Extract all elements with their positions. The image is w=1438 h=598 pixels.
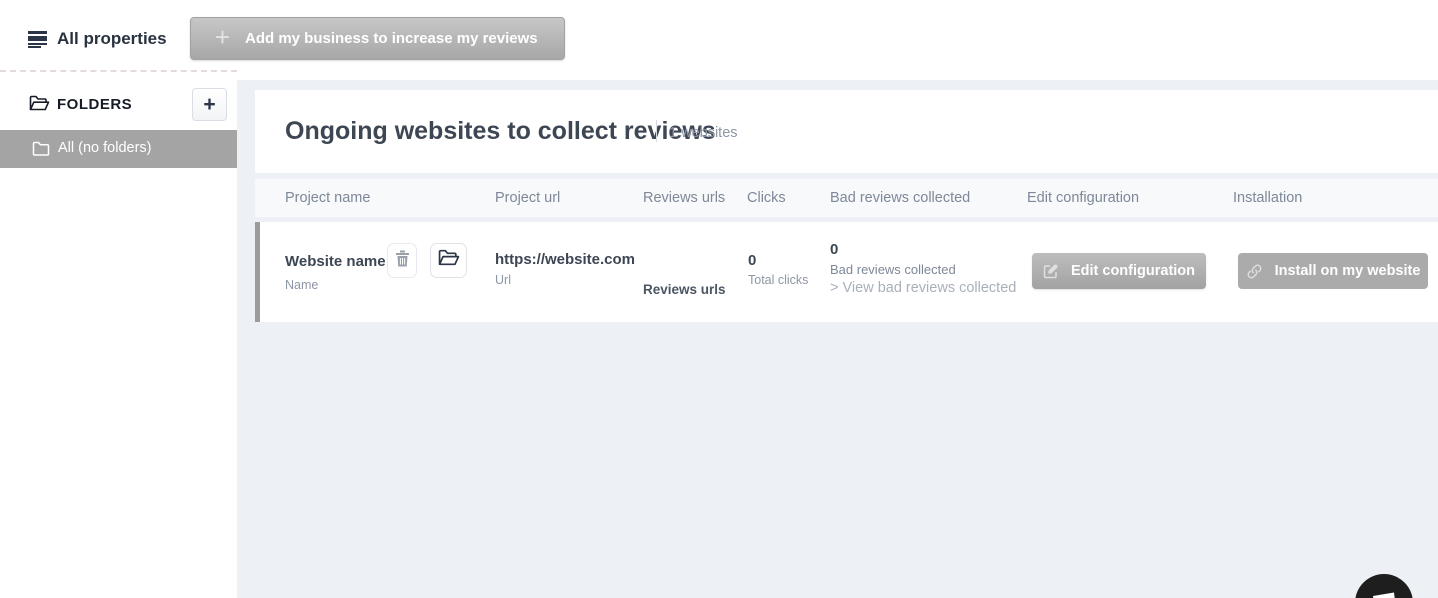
websites-count: 1 websites (669, 125, 738, 141)
heading-card: Ongoing websites to collect reviews 1 we… (255, 90, 1438, 173)
folder-open-icon (438, 249, 460, 272)
add-business-label: Add my business to increase my reviews (245, 30, 538, 47)
add-business-button[interactable]: + Add my business to increase my reviews (190, 17, 565, 60)
add-folder-button[interactable]: + (192, 88, 227, 121)
all-properties-title: All properties (57, 29, 167, 49)
topbar-divider (0, 70, 237, 72)
clicks-sublabel: Total clicks (748, 273, 808, 287)
reviews-urls-link[interactable]: Reviews urls (643, 282, 726, 297)
table-header: Project name Project url Reviews urls Cl… (255, 178, 1438, 218)
trash-icon (395, 250, 410, 272)
project-url-value: https://website.com (495, 251, 635, 268)
column-header-bad-reviews: Bad reviews collected (830, 190, 970, 206)
view-bad-reviews-link[interactable]: > View bad reviews collected (830, 280, 1016, 296)
plus-icon: + (213, 29, 232, 48)
column-header-clicks: Clicks (747, 190, 786, 206)
install-on-website-label: Install on my website (1275, 263, 1421, 279)
topbar: All properties + Add my business to incr… (0, 0, 1438, 80)
project-name-value: Website name (285, 253, 386, 270)
properties-icon (28, 31, 47, 47)
move-to-folder-button[interactable] (430, 243, 467, 278)
folder-open-icon (29, 95, 50, 117)
edit-pencil-icon (1043, 263, 1059, 279)
project-url-sublabel: Url (495, 273, 511, 287)
folders-header: FOLDERS + (0, 80, 237, 130)
column-header-reviews-urls: Reviews urls (643, 190, 725, 206)
bad-reviews-sublabel: Bad reviews collected (830, 262, 956, 277)
column-header-edit-configuration: Edit configuration (1027, 190, 1139, 206)
clicks-value: 0 (748, 252, 756, 269)
column-header-project-url: Project url (495, 190, 560, 206)
link-icon (1246, 263, 1263, 280)
chat-widget-button[interactable] (1355, 574, 1413, 598)
sidebar: FOLDERS + All (no folders) (0, 80, 237, 598)
table-row: Website name Name (255, 222, 1438, 322)
title-divider (656, 120, 657, 142)
column-header-project-name: Project name (285, 190, 370, 206)
delete-project-button[interactable] (387, 243, 417, 278)
install-on-website-button[interactable]: Install on my website (1238, 253, 1428, 289)
column-header-installation: Installation (1233, 190, 1302, 206)
app-window: All properties + Add my business to incr… (0, 0, 1438, 598)
chat-bubble-icon (1370, 588, 1398, 598)
project-name-sublabel: Name (285, 278, 318, 292)
edit-configuration-label: Edit configuration (1071, 263, 1195, 279)
folders-title: FOLDERS (57, 96, 132, 113)
edit-configuration-button[interactable]: Edit configuration (1032, 253, 1206, 289)
sidebar-item-label: All (no folders) (58, 140, 151, 156)
page-title: Ongoing websites to collect reviews (285, 117, 716, 146)
bad-reviews-value: 0 (830, 241, 838, 258)
sidebar-item-all-folders[interactable]: All (no folders) (0, 130, 237, 168)
folder-icon (32, 141, 50, 161)
